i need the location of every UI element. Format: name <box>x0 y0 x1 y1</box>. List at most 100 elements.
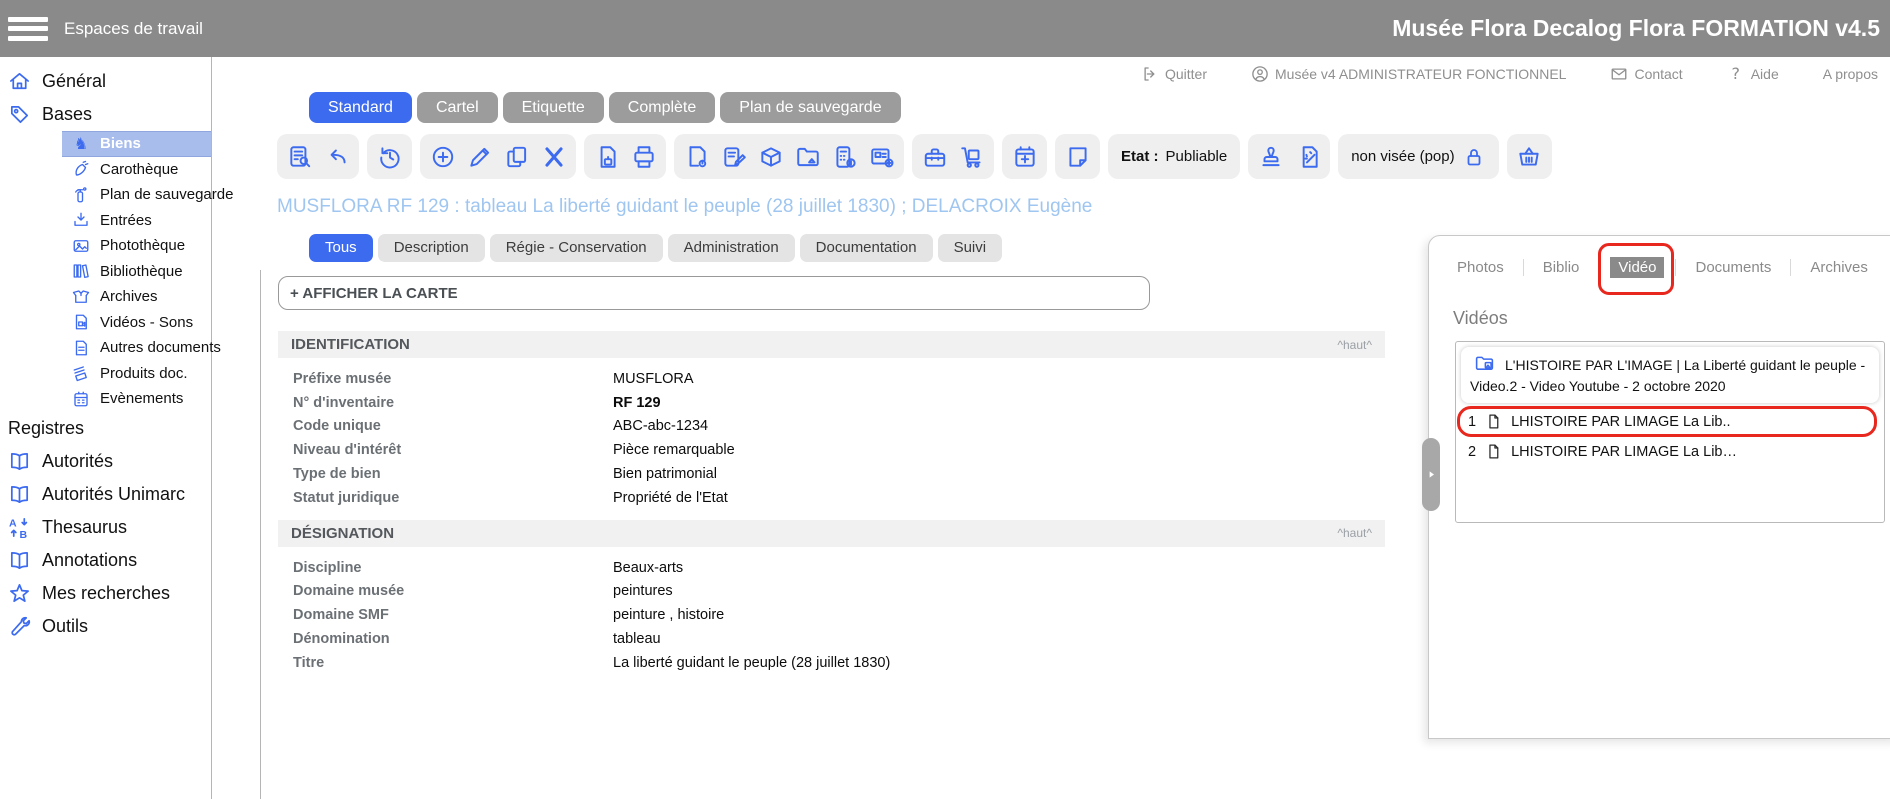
sidebar-item-label: Annotations <box>42 550 137 571</box>
sidebar-item-label: Registres <box>8 418 84 439</box>
card-add-button[interactable] <box>864 137 899 176</box>
sidebar-item-annotations[interactable]: Annotations <box>0 544 211 577</box>
media-tab-archives[interactable]: Archives <box>1802 257 1876 278</box>
utility-link-user[interactable]: Musée v4 ADMINISTRATEUR FONCTIONNEL <box>1251 65 1566 83</box>
media-tab-label: Photos <box>1457 259 1504 276</box>
sidebar-item-autres-documents[interactable]: Autres documents <box>62 335 211 361</box>
sidebar-item-bases[interactable]: Bases <box>0 98 211 131</box>
sidebar-item-archives[interactable]: Archives <box>62 284 211 310</box>
record-tab-documentation[interactable]: Documentation <box>800 234 933 262</box>
list-edit-button[interactable] <box>716 137 751 176</box>
utility-label: Aide <box>1751 66 1779 82</box>
field-value: Bien patrimonial <box>613 466 717 482</box>
sidebar-item-general[interactable]: Général <box>0 65 211 98</box>
folder-image-button[interactable] <box>790 137 825 176</box>
folder-media-icon <box>1474 353 1495 374</box>
field-value: ABC-abc-1234 <box>613 418 708 434</box>
field-value: tableau <box>613 631 661 647</box>
record-tab-tous[interactable]: Tous <box>309 234 373 262</box>
utility-link-contact[interactable]: Contact <box>1610 65 1682 83</box>
package-button[interactable] <box>753 137 788 176</box>
basket-icon <box>1516 144 1542 170</box>
toolbar: Etat :Publiable non visée (pop) <box>277 134 1552 179</box>
sidebar-item-biens[interactable]: ♞Biens <box>62 131 211 157</box>
sidebar-item-videos-sons[interactable]: Vidéos - Sons <box>62 310 211 336</box>
field-value: MUSFLORA <box>613 371 694 387</box>
pencil-button[interactable] <box>462 137 497 176</box>
sidebar-item-label: Produits doc. <box>100 365 188 382</box>
view-tab-etiquette[interactable]: Etiquette <box>503 92 604 123</box>
field-label: Domaine musée <box>278 583 613 599</box>
view-tab-standard[interactable]: Standard <box>309 92 412 123</box>
panel-collapse-handle[interactable] <box>1422 438 1440 511</box>
copy-button[interactable] <box>499 137 534 176</box>
back-to-top-link[interactable]: ^haut^ <box>1337 526 1372 540</box>
media-tab-video[interactable]: Vidéo <box>1610 257 1664 278</box>
invoice-button[interactable] <box>827 137 862 176</box>
view-tab-complete[interactable]: Complète <box>609 92 715 123</box>
sidebar-item-registres[interactable]: Registres <box>0 412 211 445</box>
sidebar-item-evenements[interactable]: Evènements <box>62 386 211 412</box>
sidebar-item-entrees[interactable]: Entrées <box>62 208 211 234</box>
sidebar-item-mes-recherches[interactable]: Mes recherches <box>0 577 211 610</box>
content-divider <box>260 270 261 799</box>
sidebar-item-plan-de-sauvegarde[interactable]: Plan de sauvegarde <box>62 182 211 208</box>
record-tab-suivi[interactable]: Suivi <box>938 234 1003 262</box>
toolbox-button[interactable] <box>917 137 952 176</box>
field-label: Préfixe musée <box>278 371 613 387</box>
triangle-right-icon <box>1424 467 1439 482</box>
sidebar-item-phototheque[interactable]: Photothèque <box>62 233 211 259</box>
media-tab-documents[interactable]: Documents <box>1687 257 1779 278</box>
doc-wand-button[interactable] <box>1290 137 1325 176</box>
toolbar-group <box>1055 134 1100 179</box>
video-item-2[interactable]: 2LHISTOIRE PAR LIMAGE La Lib… <box>1461 440 1879 463</box>
media-tab-biblio[interactable]: Biblio <box>1535 257 1588 278</box>
back-to-top-link[interactable]: ^haut^ <box>1337 338 1372 352</box>
sidebar-item-produits-doc[interactable]: Produits doc. <box>62 361 211 387</box>
sidebar-item-label: Général <box>42 71 106 92</box>
view-tab-cartel[interactable]: Cartel <box>417 92 498 123</box>
history-button[interactable] <box>372 137 407 176</box>
utility-link-aide[interactable]: ?Aide <box>1727 65 1779 83</box>
sidebar-item-bibliotheque[interactable]: Bibliothèque <box>62 259 211 285</box>
delete-x-button[interactable] <box>536 137 571 176</box>
video-group-item[interactable]: L'HISTOIRE PAR L'IMAGE | La Liberté guid… <box>1461 347 1879 403</box>
lock-icon <box>1462 145 1486 169</box>
video-list: L'HISTOIRE PAR L'IMAGE | La Liberté guid… <box>1455 341 1885 523</box>
sidebar-item-carotheque[interactable]: Carothèque <box>62 157 211 183</box>
status-chip[interactable]: Etat :Publiable <box>1108 134 1240 179</box>
add-circle-button[interactable] <box>425 137 460 176</box>
note-button[interactable] <box>1060 137 1095 176</box>
list-search-button[interactable] <box>282 137 317 176</box>
undo-button[interactable] <box>319 137 354 176</box>
record-tab-label: Suivi <box>954 239 987 256</box>
stamp-button[interactable] <box>1253 137 1288 176</box>
toolbar-group <box>674 134 904 179</box>
open-book-icon <box>8 483 31 506</box>
record-tab-administration[interactable]: Administration <box>668 234 795 262</box>
record-tab-description[interactable]: Description <box>378 234 485 262</box>
field-row: Code uniqueABC-abc-1234 <box>278 415 1385 439</box>
show-map-toggle[interactable]: + AFFICHER LA CARTE <box>278 276 1150 310</box>
printer-button[interactable] <box>626 137 661 176</box>
hamburger-menu-icon[interactable] <box>8 12 48 45</box>
view-tab-plan-de-sauvegarde[interactable]: Plan de sauvegarde <box>720 92 900 123</box>
utility-link-a-propos[interactable]: A propos <box>1823 66 1878 82</box>
status-value: Publiable <box>1166 148 1228 165</box>
visa-chip[interactable]: non visée (pop) <box>1338 134 1498 179</box>
doc-export-button[interactable] <box>589 137 624 176</box>
doc-attach-button[interactable] <box>679 137 714 176</box>
record-tab-regie-conservation[interactable]: Régie - Conservation <box>490 234 663 262</box>
sidebar-item-thesaurus[interactable]: ABThesaurus <box>0 511 211 544</box>
basket-button[interactable] <box>1512 137 1547 176</box>
sidebar-item-autorites-unimarc[interactable]: Autorités Unimarc <box>0 478 211 511</box>
calendar-add-button[interactable] <box>1007 137 1042 176</box>
history-icon <box>377 144 403 170</box>
sidebar-item-outils[interactable]: Outils <box>0 610 211 643</box>
trolley-button[interactable] <box>954 137 989 176</box>
mail-icon <box>1610 65 1628 83</box>
video-item-1[interactable]: 1LHISTOIRE PAR LIMAGE La Lib.. <box>1461 410 1879 433</box>
sidebar-item-autorites[interactable]: Autorités <box>0 445 211 478</box>
media-tab-photos[interactable]: Photos <box>1449 257 1512 278</box>
utility-link-quitter[interactable]: Quitter <box>1141 65 1207 83</box>
